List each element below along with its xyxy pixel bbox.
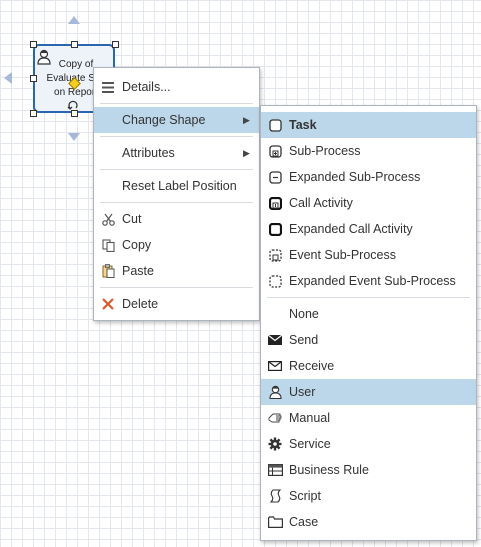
shape-item-call-activity[interactable]: Call Activity (261, 190, 476, 216)
resize-handle-s[interactable] (71, 110, 78, 117)
shape-item-expanded-call-activity[interactable]: Expanded Call Activity (261, 216, 476, 242)
expanded-call-activity-icon (261, 222, 289, 236)
menu-item-details[interactable]: Details... (94, 74, 259, 100)
submenu-caret-icon: ▶ (243, 114, 250, 125)
menu-item-label: Attributes (122, 146, 175, 160)
shape-item-label: Case (289, 515, 319, 529)
resize-handle-sw[interactable] (30, 110, 37, 117)
separator (267, 297, 470, 298)
separator (100, 202, 253, 203)
separator (100, 287, 253, 288)
shape-item-label: Call Activity (289, 196, 353, 210)
resize-handle-nw[interactable] (30, 41, 37, 48)
hand-icon (261, 412, 289, 424)
menu-item-attributes[interactable]: Attributes ▶ (94, 140, 259, 166)
menu-item-label: Copy (122, 238, 152, 252)
move-left-arrow[interactable] (4, 72, 12, 84)
list-icon (94, 81, 122, 93)
shape-item-event-sub-process[interactable]: Event Sub-Process (261, 242, 476, 268)
call-activity-icon (261, 196, 289, 210)
resize-handle-n[interactable] (71, 41, 78, 48)
shape-item-label: Service (289, 437, 331, 451)
shape-item-expanded-sub-process[interactable]: Expanded Sub-Process (261, 164, 476, 190)
menu-item-delete[interactable]: Delete (94, 291, 259, 317)
shape-item-label: Script (289, 489, 321, 503)
shape-item-label: Sub-Process (289, 144, 361, 158)
expanded-sub-process-icon (261, 170, 289, 184)
shape-item-label: Business Rule (289, 463, 369, 477)
receive-envelope-icon (261, 361, 289, 371)
shape-item-user[interactable]: User (261, 379, 476, 405)
script-icon (261, 489, 289, 503)
move-up-arrow[interactable] (68, 16, 80, 24)
menu-item-label: Reset Label Position (122, 179, 237, 193)
copy-icon (94, 238, 122, 252)
menu-item-reset-label-position[interactable]: Reset Label Position (94, 173, 259, 199)
menu-item-label: Change Shape (122, 113, 206, 127)
shape-item-business-rule[interactable]: Business Rule (261, 457, 476, 483)
shape-item-label: Expanded Event Sub-Process (289, 274, 456, 288)
shape-item-none[interactable]: None (261, 301, 476, 327)
shape-item-label: Task (289, 118, 317, 132)
shape-item-label: None (289, 307, 319, 321)
event-sub-process-icon (261, 248, 289, 262)
menu-item-paste[interactable]: Paste (94, 258, 259, 284)
shape-item-expanded-event-sub-process[interactable]: Expanded Event Sub-Process (261, 268, 476, 294)
sub-process-icon (261, 144, 289, 158)
scissors-icon (94, 213, 122, 226)
expanded-event-sub-process-icon (261, 274, 289, 288)
send-envelope-icon (261, 335, 289, 345)
menu-item-label: Paste (122, 264, 154, 278)
resize-handle-w[interactable] (30, 75, 37, 82)
shape-item-label: Receive (289, 359, 335, 373)
menu-item-cut[interactable]: Cut (94, 206, 259, 232)
change-shape-submenu: Task Sub-Process Expanded Sub-Process Ca… (260, 105, 477, 541)
shape-item-label: Event Sub-Process (289, 248, 396, 262)
menu-item-copy[interactable]: Copy (94, 232, 259, 258)
shape-item-script[interactable]: Script (261, 483, 476, 509)
menu-item-change-shape[interactable]: Change Shape ▶ (94, 107, 259, 133)
context-menu: Details... Change Shape ▶ Attributes ▶ R… (93, 67, 260, 321)
separator (100, 103, 253, 104)
paste-icon (94, 264, 122, 278)
shape-item-label: Manual (289, 411, 330, 425)
shape-item-sub-process[interactable]: Sub-Process (261, 138, 476, 164)
user-icon (261, 385, 289, 399)
shape-item-manual[interactable]: Manual (261, 405, 476, 431)
resize-handle-ne[interactable] (112, 41, 119, 48)
table-icon (261, 464, 289, 476)
submenu-caret-icon: ▶ (243, 147, 250, 158)
folder-icon (261, 516, 289, 528)
gear-icon (261, 437, 289, 451)
shape-item-service[interactable]: Service (261, 431, 476, 457)
shape-item-label: User (289, 385, 316, 399)
shape-item-send[interactable]: Send (261, 327, 476, 353)
menu-item-label: Details... (122, 80, 171, 94)
separator (100, 136, 253, 137)
separator (100, 169, 253, 170)
shape-item-label: Expanded Sub-Process (289, 170, 421, 184)
menu-item-label: Delete (122, 297, 159, 311)
menu-item-label: Cut (122, 212, 142, 226)
shape-item-receive[interactable]: Receive (261, 353, 476, 379)
move-down-arrow[interactable] (68, 133, 80, 141)
shape-item-case[interactable]: Case (261, 509, 476, 535)
shape-item-task[interactable]: Task (261, 112, 476, 138)
shape-item-label: Send (289, 333, 319, 347)
task-icon (261, 118, 289, 132)
shape-item-label: Expanded Call Activity (289, 222, 413, 236)
delete-x-icon (94, 298, 122, 310)
